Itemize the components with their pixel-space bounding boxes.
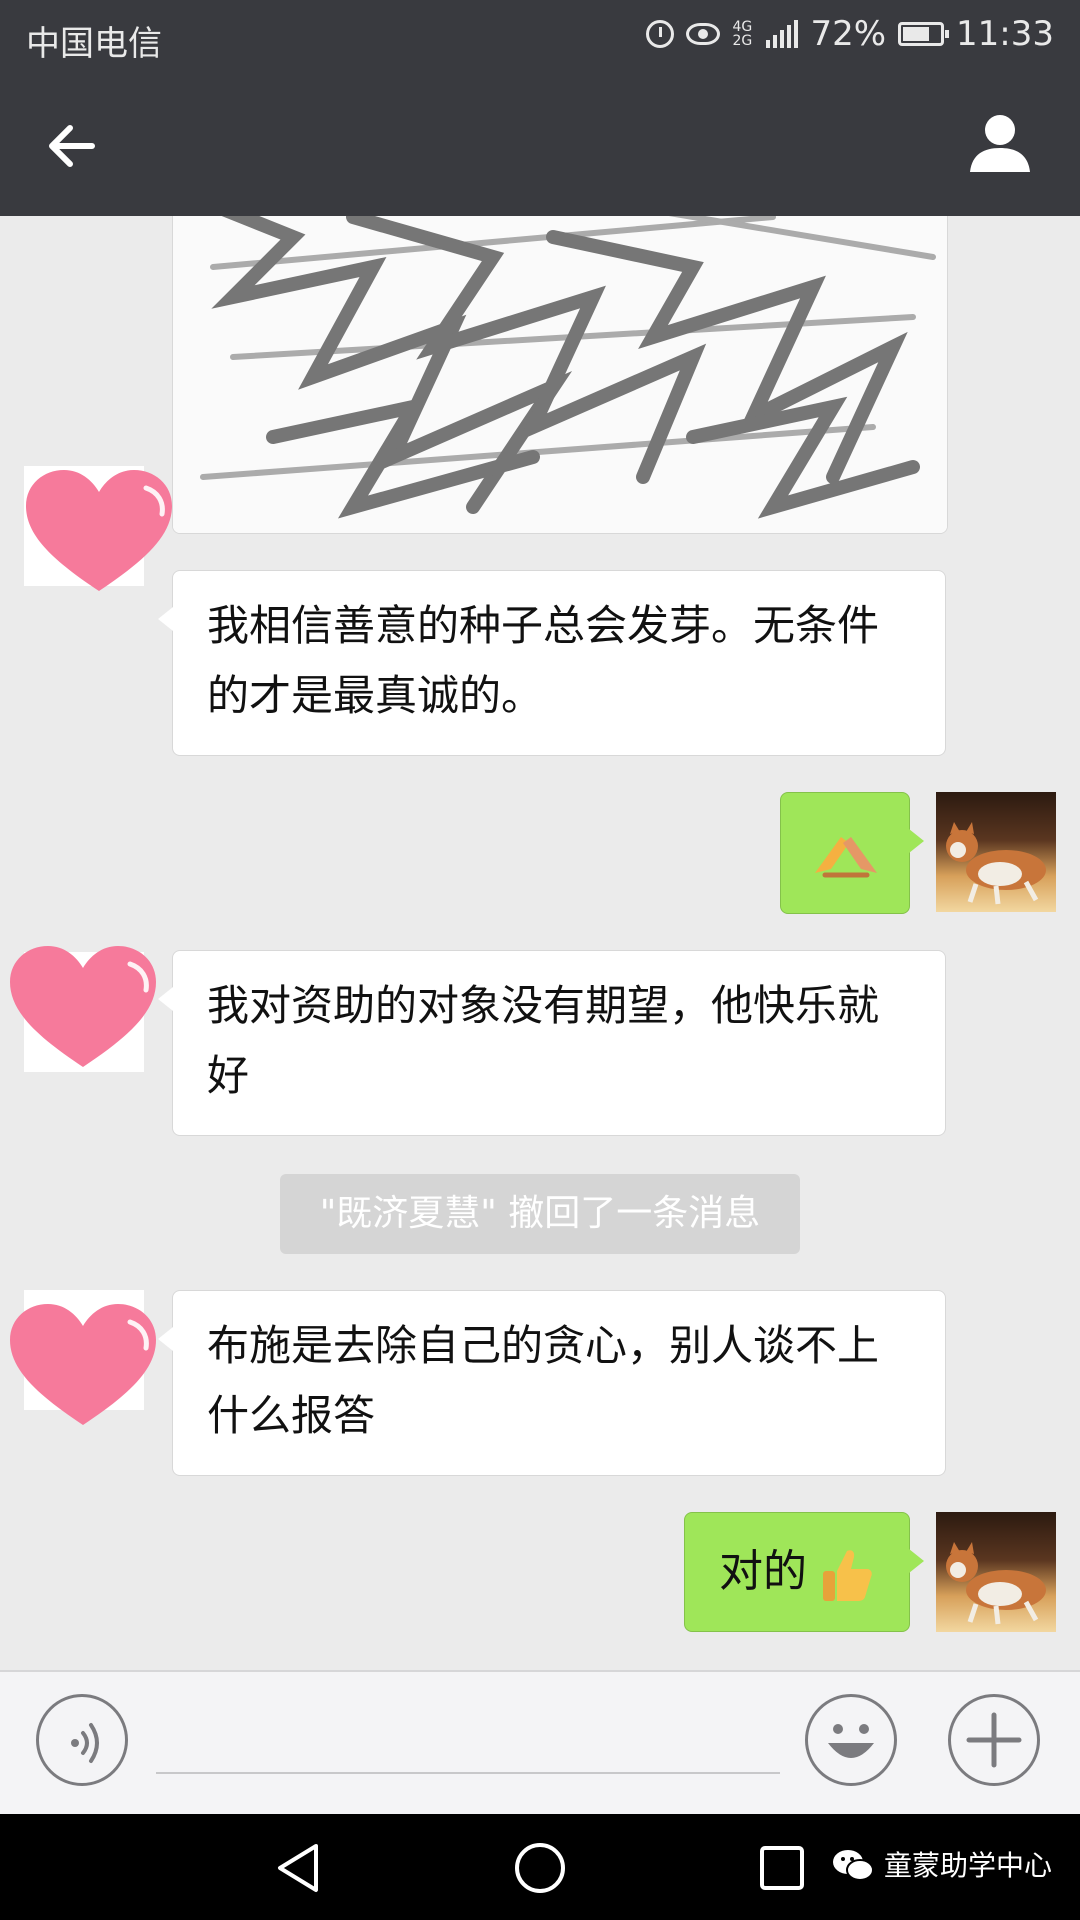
- my-avatar[interactable]: [936, 792, 1056, 912]
- voice-button[interactable]: [36, 1694, 128, 1786]
- voice-icon: [71, 1723, 99, 1763]
- message-bubble-outgoing[interactable]: 对的: [684, 1512, 924, 1632]
- more-button[interactable]: [948, 1694, 1040, 1786]
- message-text: 布施是去除自己的贪心，别人谈不上什么报答: [207, 1321, 880, 1440]
- plus-icon: [966, 1712, 1022, 1768]
- clock: 11:33: [956, 14, 1054, 54]
- message-bubble-incoming[interactable]: 我对资助的对象没有期望，他快乐就好: [158, 950, 946, 1136]
- thumbs-up-emoji: [823, 1550, 872, 1601]
- message-text: 对的: [719, 1546, 807, 1597]
- chat-header: [0, 74, 1080, 216]
- message-bubble-incoming[interactable]: 布施是去除自己的贪心，别人谈不上什么报答: [158, 1290, 946, 1476]
- contact-avatar[interactable]: [24, 466, 172, 591]
- nav-home-button[interactable]: [512, 1840, 568, 1896]
- scribble-redaction: [173, 216, 947, 533]
- heart-avatar-icon: [10, 946, 156, 1067]
- emoji-button[interactable]: [805, 1694, 897, 1786]
- person-icon: [970, 115, 1030, 172]
- battery-percent: 72%: [810, 14, 887, 54]
- watermark: 童蒙助学中心: [832, 1844, 1052, 1888]
- input-bar: [0, 1670, 1080, 1814]
- message-text: 我对资助的对象没有期望，他快乐就好: [207, 981, 880, 1100]
- nav-back-button[interactable]: [270, 1840, 326, 1896]
- chat-screen: 中国电信 4G 2G 72% 11:33 我相信善意的种子总会发芽。无条件的才是…: [0, 0, 1080, 1920]
- message-bubble-outgoing[interactable]: [780, 792, 924, 914]
- signal-icon: [766, 20, 799, 48]
- arrow-left-icon: [49, 125, 95, 167]
- message-list[interactable]: 我相信善意的种子总会发芽。无条件的才是最真诚的。 我对资助的对象没有期望，他快乐…: [0, 216, 1080, 1670]
- redacted-message[interactable]: [172, 216, 948, 534]
- heart-avatar-icon: [26, 470, 172, 591]
- chat-info-button[interactable]: [968, 110, 1032, 174]
- eye-icon: [686, 23, 721, 45]
- back-button[interactable]: [44, 118, 100, 174]
- navigation-bar: 童蒙助学中心: [0, 1814, 1080, 1920]
- handshake-emoji: [815, 837, 877, 878]
- contact-avatar[interactable]: [10, 1290, 156, 1425]
- recent-square-icon: [760, 1846, 804, 1890]
- message-text: 我相信善意的种子总会发芽。无条件的才是最真诚的。: [207, 601, 880, 720]
- message-input[interactable]: [156, 1772, 780, 1774]
- contact-avatar[interactable]: [10, 946, 156, 1072]
- status-bar: 中国电信 4G 2G 72% 11:33: [0, 0, 1080, 74]
- carrier-label: 中国电信: [26, 24, 162, 64]
- smiley-icon: [828, 1724, 874, 1758]
- message-bubble-incoming[interactable]: 我相信善意的种子总会发芽。无条件的才是最真诚的。: [158, 570, 946, 756]
- nav-recent-button[interactable]: [754, 1840, 810, 1896]
- my-avatar[interactable]: [936, 1512, 1056, 1632]
- watermark-text: 童蒙助学中心: [884, 1849, 1053, 1882]
- cat-avatar-icon: [946, 822, 1046, 905]
- alarm-icon: [646, 20, 675, 48]
- back-triangle-icon: [278, 1844, 318, 1892]
- recall-notice: "既济夏慧" 撤回了一条消息: [280, 1174, 800, 1254]
- heart-avatar-icon: [10, 1304, 156, 1425]
- wechat-icon: [833, 1850, 874, 1881]
- battery-icon: [898, 22, 950, 46]
- home-circle-icon: [515, 1843, 565, 1893]
- cat-avatar-icon: [946, 1542, 1046, 1625]
- battery-level-fill: [903, 27, 930, 41]
- network-type-label: 4G 2G: [732, 19, 753, 49]
- status-icons: 4G 2G 72% 11:33: [646, 14, 1054, 54]
